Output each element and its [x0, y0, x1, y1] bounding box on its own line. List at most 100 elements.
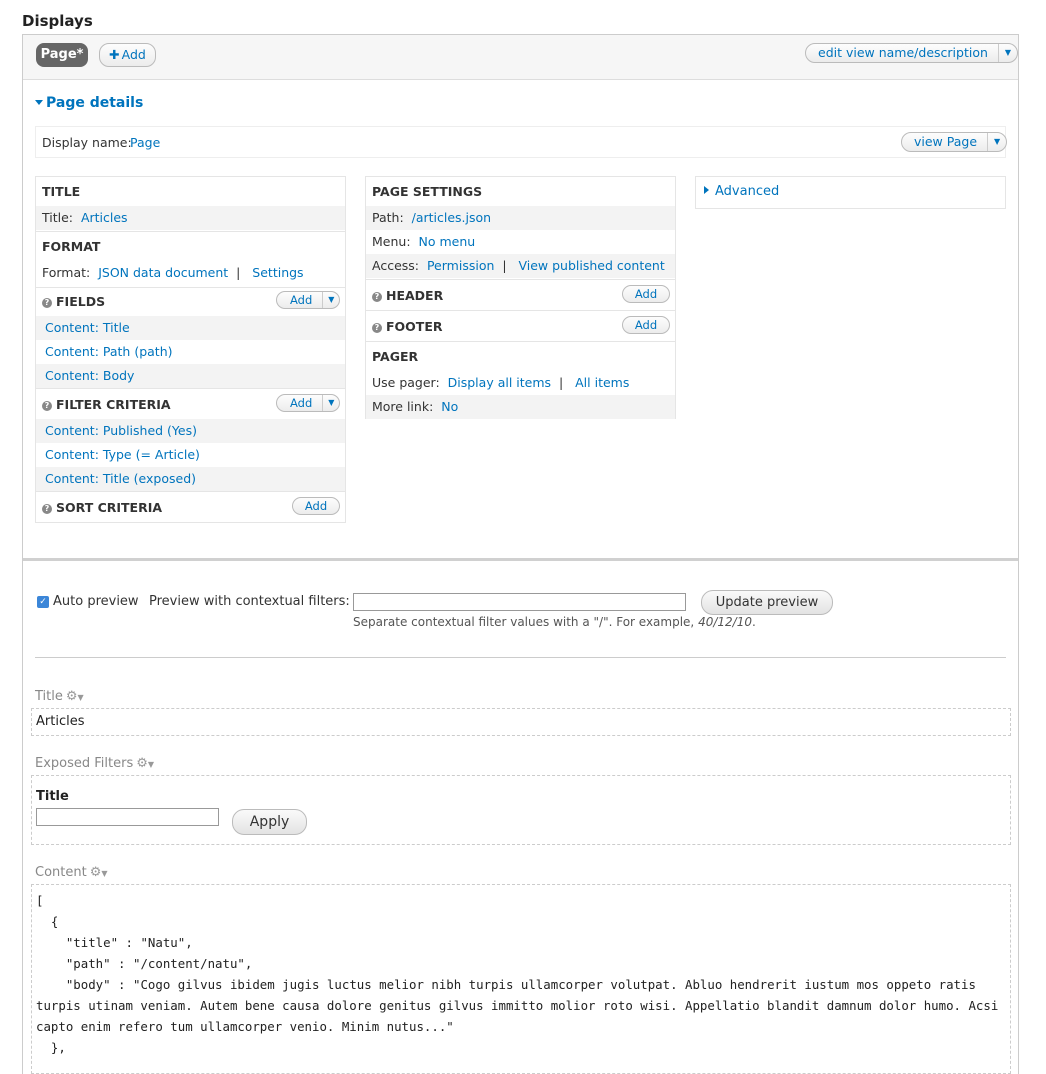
- divider: [36, 491, 345, 492]
- gear-icon[interactable]: ⚙: [136, 756, 148, 771]
- menu-link[interactable]: No menu: [419, 234, 476, 249]
- content-area-text: Content: [35, 865, 87, 880]
- more-link-value[interactable]: No: [441, 399, 458, 414]
- list-item[interactable]: Content: Path (path): [36, 340, 345, 364]
- footer-add-button[interactable]: Add: [622, 316, 670, 334]
- contextual-filters-input[interactable]: [353, 593, 686, 611]
- contextual-filters-hint: Separate contextual filter values with a…: [353, 615, 756, 629]
- column-second: PAGE SETTINGS Path: /articles.json Menu:…: [365, 176, 676, 419]
- filters-add-dropbutton: Add ▼: [276, 394, 341, 412]
- edit-view-name-dropbutton: edit view name/description ▼: [805, 43, 1018, 63]
- gear-icon[interactable]: ⚙: [66, 689, 78, 704]
- menu-label: Menu:: [372, 234, 411, 249]
- question-icon[interactable]: ?: [42, 298, 52, 308]
- fields-add-button[interactable]: Add: [277, 292, 324, 308]
- title-heading: TITLE: [42, 184, 81, 199]
- access-permission-value-link[interactable]: View published content: [518, 258, 664, 273]
- page-settings-heading: PAGE SETTINGS: [372, 184, 483, 199]
- access-label: Access:: [372, 258, 420, 273]
- list-item[interactable]: Content: Published (Yes): [36, 419, 345, 443]
- question-icon[interactable]: ?: [372, 292, 382, 302]
- advanced-label: Advanced: [715, 184, 780, 199]
- footer-heading-label: FOOTER: [386, 319, 443, 334]
- title-value-link[interactable]: Articles: [81, 210, 128, 225]
- list-item[interactable]: Content: Body: [36, 364, 345, 388]
- fields-heading: ? FIELDS: [42, 294, 105, 309]
- use-pager-label: Use pager:: [372, 375, 440, 390]
- use-pager-link[interactable]: Display all items: [448, 375, 551, 390]
- chevron-down-icon[interactable]: ▼: [148, 760, 154, 769]
- format-label: Format:: [42, 265, 91, 280]
- format-value-link[interactable]: JSON data document: [98, 265, 228, 280]
- chevron-down-icon[interactable]: ▼: [101, 869, 107, 878]
- auto-preview-checkbox[interactable]: ✓: [37, 596, 49, 608]
- exposed-title-label: Title: [36, 789, 69, 804]
- divider: [23, 558, 1018, 561]
- update-preview-button[interactable]: Update preview: [701, 590, 833, 615]
- path-link[interactable]: /articles.json: [412, 210, 491, 225]
- filter-link[interactable]: Content: Type (= Article): [45, 447, 200, 462]
- list-item[interactable]: Content: Title: [36, 316, 345, 340]
- header-heading: ? HEADER: [372, 288, 443, 303]
- filter-criteria-heading: ? FILTER CRITERIA: [42, 397, 171, 412]
- question-icon[interactable]: ?: [42, 401, 52, 411]
- hint-text: Separate contextual filter values with a…: [353, 615, 699, 629]
- sort-add-button[interactable]: Add: [292, 497, 340, 515]
- sort-criteria-label: SORT CRITERIA: [56, 500, 163, 515]
- field-link[interactable]: Content: Body: [45, 368, 134, 383]
- format-settings-link[interactable]: Settings: [252, 265, 303, 280]
- field-link[interactable]: Content: Path (path): [45, 344, 173, 359]
- header-add-button[interactable]: Add: [622, 285, 670, 303]
- sort-criteria-heading: ? SORT CRITERIA: [42, 500, 162, 515]
- chevron-down-icon[interactable]: ▼: [988, 133, 1006, 151]
- tab-page[interactable]: Page*: [36, 43, 88, 67]
- hint-example: 40/12/10: [698, 615, 752, 629]
- add-display-label: Add: [121, 47, 146, 62]
- field-link[interactable]: Content: Title: [45, 320, 130, 335]
- display-name-bar: [35, 126, 1006, 158]
- question-icon[interactable]: ?: [372, 323, 382, 333]
- use-pager-separator: |: [558, 375, 564, 390]
- divider: [36, 388, 345, 389]
- plus-icon: ✚: [109, 47, 120, 62]
- fields-heading-label: FIELDS: [56, 294, 106, 309]
- triangle-right-icon: [704, 186, 709, 194]
- display-name-link[interactable]: Page: [130, 135, 160, 150]
- view-page-button[interactable]: view Page: [902, 133, 989, 151]
- add-display-button[interactable]: ✚ Add: [99, 43, 156, 67]
- fields-add-dropbutton: Add ▼: [276, 291, 341, 309]
- access-separator: |: [502, 258, 507, 273]
- column-first: TITLE Title: Articles FORMAT Format: JSO…: [35, 176, 346, 523]
- use-pager-row: Use pager: Display all items | All items: [366, 371, 675, 395]
- format-separator: |: [236, 265, 241, 280]
- advanced-toggle[interactable]: Advanced: [704, 184, 779, 199]
- apply-button[interactable]: Apply: [232, 809, 307, 835]
- divider: [36, 287, 345, 288]
- json-output: [ { "title" : "Natu", "path" : "/content…: [36, 893, 999, 1055]
- question-icon[interactable]: ?: [42, 504, 52, 514]
- chevron-down-icon[interactable]: ▼: [78, 693, 84, 702]
- page-details-toggle[interactable]: Page details: [35, 95, 143, 111]
- edit-view-name-button[interactable]: edit view name/description: [806, 44, 999, 62]
- exposed-title-input[interactable]: [36, 808, 219, 826]
- chevron-down-icon[interactable]: ▼: [323, 292, 339, 308]
- content-area-label: Content ⚙▼: [35, 865, 108, 880]
- filter-link[interactable]: Content: Published (Yes): [45, 423, 197, 438]
- contextual-filters-label: Preview with contextual filters:: [149, 594, 350, 609]
- filter-link[interactable]: Content: Title (exposed): [45, 471, 196, 486]
- filters-add-button[interactable]: Add: [277, 395, 324, 411]
- list-item[interactable]: Content: Type (= Article): [36, 443, 345, 467]
- divider: [366, 279, 675, 280]
- gear-icon[interactable]: ⚙: [90, 865, 102, 880]
- list-item[interactable]: Content: Title (exposed): [36, 467, 345, 491]
- chevron-down-icon[interactable]: ▼: [999, 44, 1017, 62]
- hint-end: .: [751, 615, 756, 629]
- format-row: Format: JSON data document | Settings: [36, 261, 345, 285]
- title-area-value: Articles: [36, 714, 85, 729]
- pager-options-link[interactable]: All items: [575, 375, 629, 390]
- chevron-down-icon[interactable]: ▼: [323, 395, 339, 411]
- title-area-text: Title: [35, 689, 63, 704]
- access-permission-link[interactable]: Permission: [427, 258, 494, 273]
- title-area-label: Title ⚙▼: [35, 689, 84, 704]
- divider: [35, 657, 1006, 658]
